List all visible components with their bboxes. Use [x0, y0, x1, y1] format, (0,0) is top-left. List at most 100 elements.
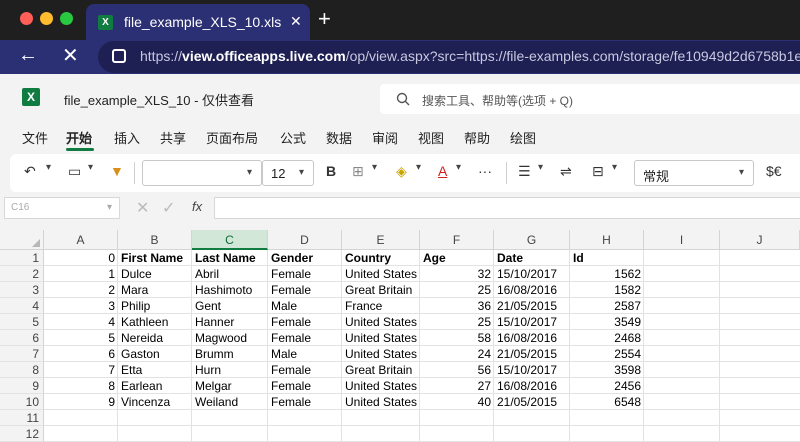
tab-file[interactable]: 文件 [22, 128, 48, 147]
undo-dropdown-icon[interactable]: ▾ [46, 162, 51, 173]
table-cell[interactable]: 21/05/2015 [494, 346, 570, 362]
align-dropdown-icon[interactable]: ▾ [538, 162, 543, 173]
table-cell[interactable]: 24 [420, 346, 494, 362]
url-text[interactable]: https://view.officeapps.live.com/op/view… [140, 48, 800, 64]
excel-logo-icon[interactable]: X [22, 88, 40, 106]
search-input[interactable]: 搜索工具、帮助等(选项 + Q) [380, 84, 800, 114]
table-cell[interactable]: 15/10/2017 [494, 362, 570, 378]
header-cell[interactable]: Date [494, 250, 570, 266]
table-cell[interactable]: 40 [420, 394, 494, 410]
undo-icon[interactable]: ↶ [24, 163, 36, 180]
header-cell[interactable]: Country [342, 250, 420, 266]
header-cell[interactable]: Id [570, 250, 644, 266]
table-cell[interactable]: 3 [44, 298, 118, 314]
column-header-f[interactable]: F [420, 230, 494, 250]
number-format-select[interactable]: 常规 ▾ [634, 160, 754, 186]
table-cell[interactable]: 2 [44, 282, 118, 298]
table-cell[interactable]: 21/05/2015 [494, 298, 570, 314]
table-cell[interactable]: Etta [118, 362, 192, 378]
wrap-text-icon[interactable]: ⇌ [560, 163, 572, 180]
table-cell[interactable]: Brumm [192, 346, 268, 362]
row-header-7[interactable]: 7 [0, 346, 44, 362]
column-header-e[interactable]: E [342, 230, 420, 250]
row-header-8[interactable]: 8 [0, 362, 44, 378]
row-header-9[interactable]: 9 [0, 378, 44, 394]
row-header-1[interactable]: 1 [0, 250, 44, 266]
tab-close-icon[interactable]: ✕ [290, 13, 302, 30]
fill-dropdown-icon[interactable]: ▾ [416, 162, 421, 173]
table-cell[interactable]: Male [268, 298, 342, 314]
table-cell[interactable]: Gent [192, 298, 268, 314]
table-cell[interactable]: Female [268, 314, 342, 330]
table-cell[interactable]: Vincenza [118, 394, 192, 410]
currency-format-icon[interactable]: $€ [766, 163, 782, 179]
table-cell[interactable]: Hurn [192, 362, 268, 378]
table-cell[interactable]: Female [268, 282, 342, 298]
address-bar[interactable]: https://view.officeapps.live.com/op/view… [98, 41, 800, 73]
tab-share[interactable]: 共享 [160, 128, 186, 147]
window-zoom-button[interactable] [60, 12, 73, 25]
table-cell[interactable]: United States [342, 394, 420, 410]
column-header-b[interactable]: B [118, 230, 192, 250]
header-cell[interactable]: Gender [268, 250, 342, 266]
table-cell[interactable]: 58 [420, 330, 494, 346]
row-header-3[interactable]: 3 [0, 282, 44, 298]
table-cell[interactable]: Male [268, 346, 342, 362]
formula-input[interactable] [214, 197, 800, 219]
table-cell[interactable]: Weiland [192, 394, 268, 410]
table-cell[interactable]: 1 [44, 266, 118, 282]
format-painter-icon[interactable]: ▼ [110, 163, 124, 179]
tab-draw[interactable]: 绘图 [510, 128, 536, 147]
table-cell[interactable]: United States [342, 346, 420, 362]
table-cell[interactable]: Kathleen [118, 314, 192, 330]
tab-review[interactable]: 审阅 [372, 128, 398, 147]
table-cell[interactable]: Female [268, 362, 342, 378]
row-header-5[interactable]: 5 [0, 314, 44, 330]
back-arrow-icon[interactable]: ← [18, 44, 38, 67]
header-cell[interactable]: 0 [44, 250, 118, 266]
clipboard-icon[interactable]: ▭ [68, 163, 81, 180]
table-cell[interactable]: 27 [420, 378, 494, 394]
table-cell[interactable]: Dulce [118, 266, 192, 282]
table-cell[interactable]: Female [268, 394, 342, 410]
column-header-i[interactable]: I [644, 230, 720, 250]
tab-home[interactable]: 开始 [66, 128, 92, 147]
column-header-d[interactable]: D [268, 230, 342, 250]
table-cell[interactable]: 6 [44, 346, 118, 362]
table-cell[interactable]: 2456 [570, 378, 644, 394]
tab-view[interactable]: 视图 [418, 128, 444, 147]
column-header-a[interactable]: A [44, 230, 118, 250]
table-cell[interactable]: 1562 [570, 266, 644, 282]
table-cell[interactable]: 4 [44, 314, 118, 330]
fill-color-icon[interactable]: ◈ [396, 163, 407, 180]
merge-dropdown-icon[interactable]: ▾ [612, 162, 617, 173]
site-info-icon[interactable] [112, 49, 126, 63]
table-cell[interactable]: 3598 [570, 362, 644, 378]
table-cell[interactable]: Philip [118, 298, 192, 314]
table-cell[interactable]: Female [268, 378, 342, 394]
font-color-dropdown-icon[interactable]: ▾ [456, 162, 461, 173]
bold-button[interactable]: B [326, 163, 336, 179]
table-cell[interactable]: Gaston [118, 346, 192, 362]
row-header-10[interactable]: 10 [0, 394, 44, 410]
table-cell[interactable]: Magwood [192, 330, 268, 346]
table-cell[interactable]: United States [342, 330, 420, 346]
stop-loading-icon[interactable]: ✕ [62, 43, 79, 68]
table-cell[interactable]: 8 [44, 378, 118, 394]
select-all-corner[interactable] [0, 230, 44, 250]
table-cell[interactable]: 25 [420, 314, 494, 330]
header-cell[interactable]: First Name [118, 250, 192, 266]
table-cell[interactable]: 2468 [570, 330, 644, 346]
table-cell[interactable]: Abril [192, 266, 268, 282]
checkmark-icon[interactable]: ✓ [162, 198, 175, 218]
font-size-select[interactable]: 12 ▾ [262, 160, 314, 186]
table-cell[interactable]: France [342, 298, 420, 314]
table-cell[interactable]: 1582 [570, 282, 644, 298]
more-options-icon[interactable]: ··· [478, 163, 492, 179]
table-cell[interactable]: 2587 [570, 298, 644, 314]
name-box[interactable]: C16 ▾ [4, 197, 120, 219]
table-cell[interactable]: 16/08/2016 [494, 330, 570, 346]
table-cell[interactable]: 16/08/2016 [494, 282, 570, 298]
font-color-icon[interactable]: A [438, 163, 447, 179]
column-header-j[interactable]: J [720, 230, 800, 250]
